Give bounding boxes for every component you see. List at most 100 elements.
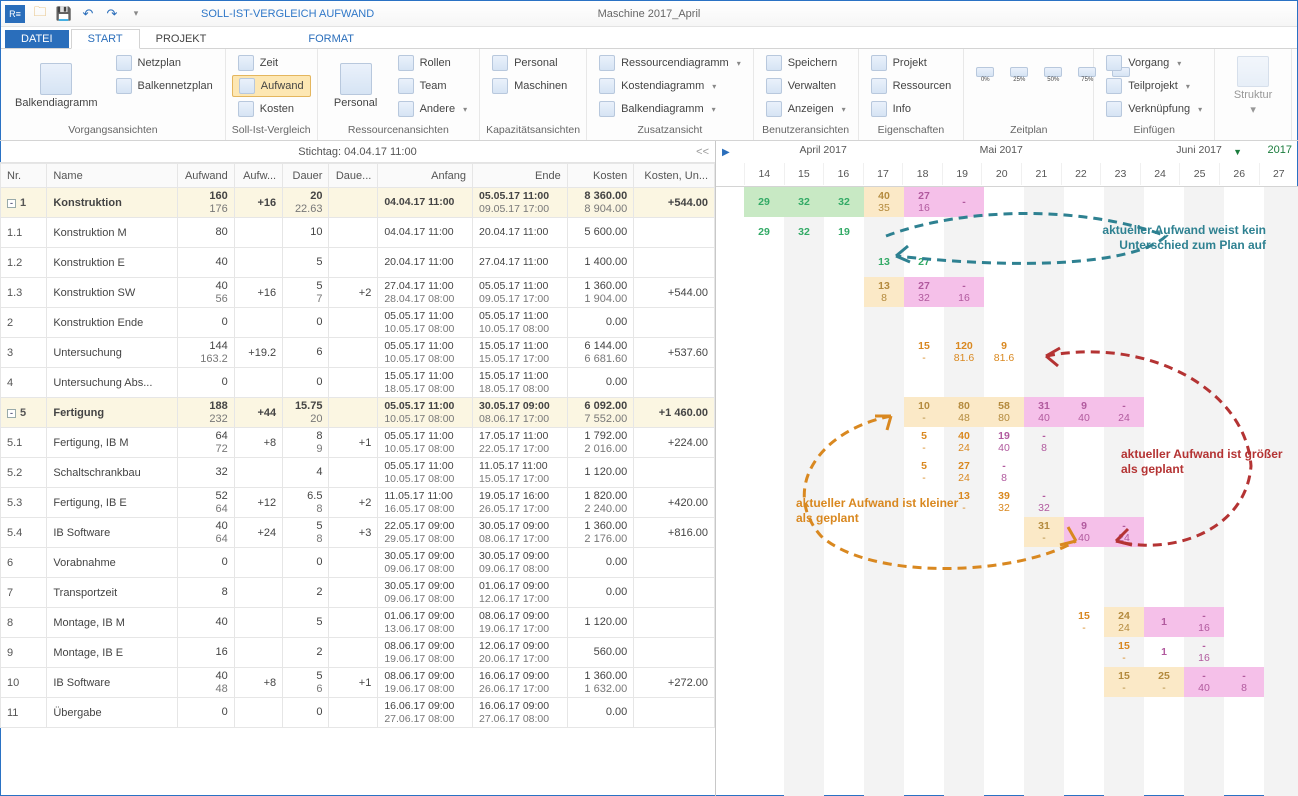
table-row[interactable]: 1.2Konstruktion E40520.04.17 11:0027.04.… — [1, 248, 715, 278]
timeline-cell[interactable]: -8 — [1024, 427, 1064, 457]
task-grid[interactable]: Nr.NameAufwandAufw...DauerDaue...AnfangE… — [0, 163, 715, 728]
timeline-cell[interactable]: -40 — [1184, 667, 1224, 697]
timeline-cell[interactable]: 8048 — [944, 397, 984, 427]
kap-maschinen-button[interactable]: Maschinen — [486, 75, 573, 97]
timeline-cell[interactable]: -24 — [1104, 517, 1144, 547]
timeline-cell[interactable]: 15- — [1104, 667, 1144, 697]
kosten-button[interactable]: Kosten — [232, 98, 311, 120]
table-row[interactable]: 6Vorabnahme0030.05.17 09:0009.06.17 08:0… — [1, 548, 715, 578]
tab-format[interactable]: FORMAT — [292, 30, 370, 48]
aufwand-button[interactable]: Aufwand — [232, 75, 311, 97]
timeline-cell[interactable]: 5- — [904, 457, 944, 487]
table-row[interactable]: 4Untersuchung Abs...0015.05.17 11:0018.0… — [1, 368, 715, 398]
timeline-cell[interactable]: 940 — [1064, 517, 1104, 547]
table-row[interactable]: 10IB Software4048+856+108.06.17 09:0019.… — [1, 668, 715, 698]
table-row[interactable]: 1.1Konstruktion M801004.04.17 11:0020.04… — [1, 218, 715, 248]
timeline-cell[interactable]: -24 — [1104, 397, 1144, 427]
tab-projekt[interactable]: PROJEKT — [140, 30, 223, 48]
balkennetzplan-button[interactable]: Balkennetzplan — [110, 75, 219, 97]
timeline-cell[interactable]: 4024 — [944, 427, 984, 457]
open-icon[interactable]: 🗀 — [31, 5, 49, 23]
table-row[interactable]: 3Untersuchung144163.2+19.2605.05.17 11:0… — [1, 338, 715, 368]
eig-projekt-button[interactable]: Projekt — [865, 52, 958, 74]
timeline-cell[interactable]: 27 — [904, 247, 944, 277]
play-marker-icon[interactable]: ▶ — [722, 147, 730, 158]
table-row[interactable]: -5Fertigung188232+4415.752005.05.17 11:0… — [1, 398, 715, 428]
timeline-cell[interactable]: 29 — [744, 187, 784, 217]
table-row[interactable]: 2Konstruktion Ende0005.05.17 11:0010.05.… — [1, 308, 715, 338]
timeline-cell[interactable]: 3140 — [1024, 397, 1064, 427]
table-row[interactable]: 11Übergabe0016.06.17 09:0027.06.17 08:00… — [1, 698, 715, 728]
kap-personal-button[interactable]: Personal — [486, 52, 573, 74]
timeline-cell[interactable]: -16 — [944, 277, 984, 307]
timeline-cell[interactable]: -16 — [1184, 637, 1224, 667]
kostdiag-button[interactable]: Kostendiagramm▾ — [593, 75, 747, 97]
timeline-cell[interactable]: 5- — [904, 427, 944, 457]
eig-ressourcen-button[interactable]: Ressourcen — [865, 75, 958, 97]
timeline-cell[interactable]: 10- — [904, 397, 944, 427]
timeline-cell[interactable]: 2716 — [904, 187, 944, 217]
timeline-cell[interactable]: 15- — [1104, 637, 1144, 667]
col-header[interactable]: Aufw... — [234, 164, 282, 188]
timeline-cell[interactable]: 32 — [824, 187, 864, 217]
undo-icon[interactable]: ↶ — [79, 5, 97, 23]
balkendiagramm-button[interactable]: Balkendiagramm — [7, 52, 106, 120]
timeline-cell[interactable]: - — [944, 187, 984, 217]
table-row[interactable]: 5.2Schaltschrankbau32405.05.17 11:0010.0… — [1, 458, 715, 488]
timeline-cell[interactable]: 1 — [1144, 637, 1184, 667]
qat-customize-icon[interactable]: ▾ — [127, 5, 145, 23]
tab-start[interactable]: START — [71, 29, 140, 49]
zoom-0[interactable]: 0% — [970, 65, 1000, 85]
zoom-25[interactable]: 25% — [1004, 65, 1034, 85]
speichern-button[interactable]: Speichern — [760, 52, 852, 74]
expander-icon[interactable]: - — [7, 409, 16, 418]
save-icon[interactable]: 💾 — [55, 5, 73, 23]
timeline-cell[interactable]: 1940 — [984, 427, 1024, 457]
anzeigen-button[interactable]: Anzeigen▾ — [760, 98, 852, 120]
timeline-cell[interactable]: 2424 — [1104, 607, 1144, 637]
table-row[interactable]: 1.3Konstruktion SW4056+1657+227.04.17 11… — [1, 278, 715, 308]
timeline-cell[interactable]: 15- — [1064, 607, 1104, 637]
timeline-cell[interactable]: 2724 — [944, 457, 984, 487]
timeline-cell[interactable]: 981.6 — [984, 337, 1024, 367]
timeline-cell[interactable]: 19 — [824, 217, 864, 247]
table-row[interactable]: 5.1Fertigung, IB M6472+889+105.05.17 11:… — [1, 428, 715, 458]
redo-icon[interactable]: ↷ — [103, 5, 121, 23]
table-row[interactable]: 7Transportzeit8230.05.17 09:0009.06.17 0… — [1, 578, 715, 608]
col-header[interactable]: Dauer — [283, 164, 329, 188]
vorgang-button[interactable]: Vorgang▾ — [1100, 52, 1208, 74]
col-header[interactable]: Aufwand — [178, 164, 234, 188]
table-row[interactable]: 8Montage, IB M40501.06.17 09:0013.06.17 … — [1, 608, 715, 638]
netzplan-button[interactable]: Netzplan — [110, 52, 219, 74]
col-header[interactable]: Daue... — [329, 164, 378, 188]
balkdiag-button[interactable]: Balkendiagramm▾ — [593, 98, 747, 120]
tab-datei[interactable]: DATEI — [5, 30, 69, 48]
table-row[interactable]: 5.4IB Software4064+2458+322.05.17 09:002… — [1, 518, 715, 548]
timeline-cell[interactable]: -8 — [1224, 667, 1264, 697]
timeline-cell[interactable]: 29 — [744, 217, 784, 247]
timeline-cell[interactable]: 32 — [784, 187, 824, 217]
timeline-cell[interactable]: -8 — [984, 457, 1024, 487]
zeit-button[interactable]: Zeit — [232, 52, 311, 74]
resdiag-button[interactable]: Ressourcendiagramm▾ — [593, 52, 747, 74]
eig-info-button[interactable]: Info — [865, 98, 958, 120]
struktur-button[interactable]: Struktur▾ — [1221, 52, 1285, 120]
rollen-button[interactable]: Rollen — [392, 52, 474, 74]
timeline-cell[interactable]: 940 — [1064, 397, 1104, 427]
col-header[interactable]: Kosten, Un... — [634, 164, 715, 188]
col-header[interactable]: Name — [47, 164, 178, 188]
personal-button[interactable]: Personal — [324, 52, 388, 120]
table-row[interactable]: 9Montage, IB E16208.06.17 09:0019.06.17 … — [1, 638, 715, 668]
table-row[interactable]: -1Konstruktion160176+162022.6304.04.17 1… — [1, 188, 715, 218]
timeline-cell[interactable]: 12081.6 — [944, 337, 984, 367]
expander-icon[interactable]: - — [7, 199, 16, 208]
timeline-cell[interactable]: -16 — [1184, 607, 1224, 637]
timeline-cell[interactable]: 13 — [864, 247, 904, 277]
timeline-cell[interactable]: 25- — [1144, 667, 1184, 697]
verwalten-button[interactable]: Verwalten — [760, 75, 852, 97]
timeline-cell[interactable]: 3932 — [984, 487, 1024, 517]
timeline-cell[interactable]: 138 — [864, 277, 904, 307]
timeline-cell[interactable]: 4035 — [864, 187, 904, 217]
col-header[interactable]: Kosten — [567, 164, 634, 188]
teilprojekt-button[interactable]: Teilprojekt▾ — [1100, 75, 1208, 97]
